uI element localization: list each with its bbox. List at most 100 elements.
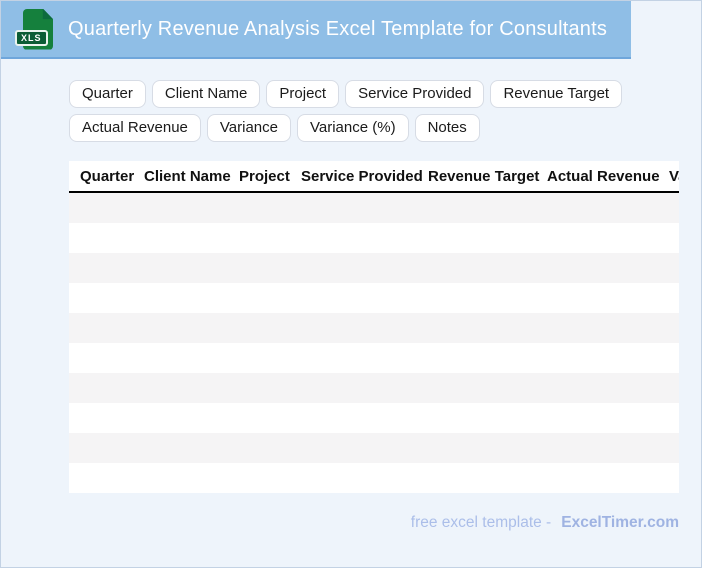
table-cell [301, 223, 428, 253]
table-cell [239, 253, 301, 283]
table-cell [547, 373, 669, 403]
table-cell [547, 313, 669, 343]
chip-project[interactable]: Project [266, 80, 340, 108]
table-cell [547, 223, 669, 253]
table-cell [301, 433, 428, 463]
table-cell [144, 343, 239, 373]
chip-variance[interactable]: Variance [206, 114, 291, 142]
table-cell [144, 433, 239, 463]
template-preview-page: XLS Quarterly Revenue Analysis Excel Tem… [0, 0, 702, 568]
table-cell [69, 463, 144, 493]
table-cell [547, 343, 669, 373]
table-cell [428, 343, 547, 373]
table-cell [69, 283, 144, 313]
table-cell [301, 192, 428, 223]
chip-quarter[interactable]: Quarter [69, 80, 146, 108]
table-row [69, 283, 679, 313]
table-header-row: Quarter Client Name Project Service Prov… [69, 161, 679, 193]
table-cell [428, 253, 547, 283]
footer-brand-link[interactable]: ExcelTimer.com [561, 514, 679, 531]
table-cell [547, 403, 669, 433]
chip-variance-pct[interactable]: Variance (%) [297, 114, 409, 142]
field-chip-list: Quarter Client Name Project Service Prov… [69, 80, 653, 142]
table-row [69, 433, 679, 463]
table-cell [669, 463, 679, 493]
col-header-client-name: Client Name [144, 161, 239, 193]
table-cell [144, 253, 239, 283]
chip-actual-revenue[interactable]: Actual Revenue [69, 114, 201, 142]
chip-revenue-target[interactable]: Revenue Target [490, 80, 623, 108]
table-row [69, 463, 679, 493]
table-row [69, 313, 679, 343]
table-cell [669, 223, 679, 253]
col-header-quarter: Quarter [69, 161, 144, 193]
table-cell [669, 313, 679, 343]
table-cell [239, 313, 301, 343]
header-bar: XLS Quarterly Revenue Analysis Excel Tem… [1, 1, 631, 59]
col-header-variance: Variance [669, 161, 679, 193]
table-row [69, 343, 679, 373]
col-header-project: Project [239, 161, 301, 193]
table-cell [547, 463, 669, 493]
table-cell [69, 192, 144, 223]
table-cell [669, 283, 679, 313]
table-cell [239, 373, 301, 403]
table-row [69, 253, 679, 283]
table-cell [669, 403, 679, 433]
col-header-actual-revenue: Actual Revenue [547, 161, 669, 193]
table-cell [428, 223, 547, 253]
table-cell [428, 463, 547, 493]
table-cell [69, 313, 144, 343]
table-cell [547, 283, 669, 313]
table-cell [69, 373, 144, 403]
table-cell [144, 463, 239, 493]
table-row [69, 223, 679, 253]
chip-service-provided[interactable]: Service Provided [345, 80, 485, 108]
table-cell [428, 192, 547, 223]
chip-notes[interactable]: Notes [414, 114, 480, 142]
table-cell [69, 223, 144, 253]
table-cell [669, 253, 679, 283]
table-cell [144, 373, 239, 403]
table-cell [69, 403, 144, 433]
table-cell [428, 373, 547, 403]
table-cell [428, 403, 547, 433]
table-cell [144, 313, 239, 343]
revenue-table: Quarter Client Name Project Service Prov… [69, 161, 679, 493]
table-cell [428, 313, 547, 343]
table-cell [547, 253, 669, 283]
table-cell [144, 223, 239, 253]
table-cell [69, 433, 144, 463]
table-cell [669, 343, 679, 373]
table-cell [69, 253, 144, 283]
table-row [69, 373, 679, 403]
table-cell [669, 373, 679, 403]
table-cell [239, 463, 301, 493]
spreadsheet-preview: Quarter Client Name Project Service Prov… [69, 161, 679, 493]
table-cell [144, 403, 239, 433]
chip-client-name[interactable]: Client Name [151, 80, 261, 108]
table-cell [301, 373, 428, 403]
footer-text: free excel template - [410, 514, 552, 531]
col-header-revenue-target: Revenue Target [428, 161, 547, 193]
table-cell [239, 403, 301, 433]
col-header-service-provided: Service Provided [301, 161, 428, 193]
page-title: Quarterly Revenue Analysis Excel Templat… [68, 17, 608, 40]
table-cell [301, 403, 428, 433]
table-cell [239, 192, 301, 223]
table-cell [239, 283, 301, 313]
xls-badge-label: XLS [15, 29, 48, 46]
table-cell [301, 343, 428, 373]
table-cell [301, 253, 428, 283]
table-cell [669, 192, 679, 223]
table-body [69, 192, 679, 493]
table-cell [239, 433, 301, 463]
table-cell [428, 433, 547, 463]
table-cell [547, 433, 669, 463]
table-cell [547, 192, 669, 223]
table-cell [144, 192, 239, 223]
table-cell [301, 283, 428, 313]
table-cell [69, 343, 144, 373]
table-row [69, 403, 679, 433]
table-cell [669, 433, 679, 463]
